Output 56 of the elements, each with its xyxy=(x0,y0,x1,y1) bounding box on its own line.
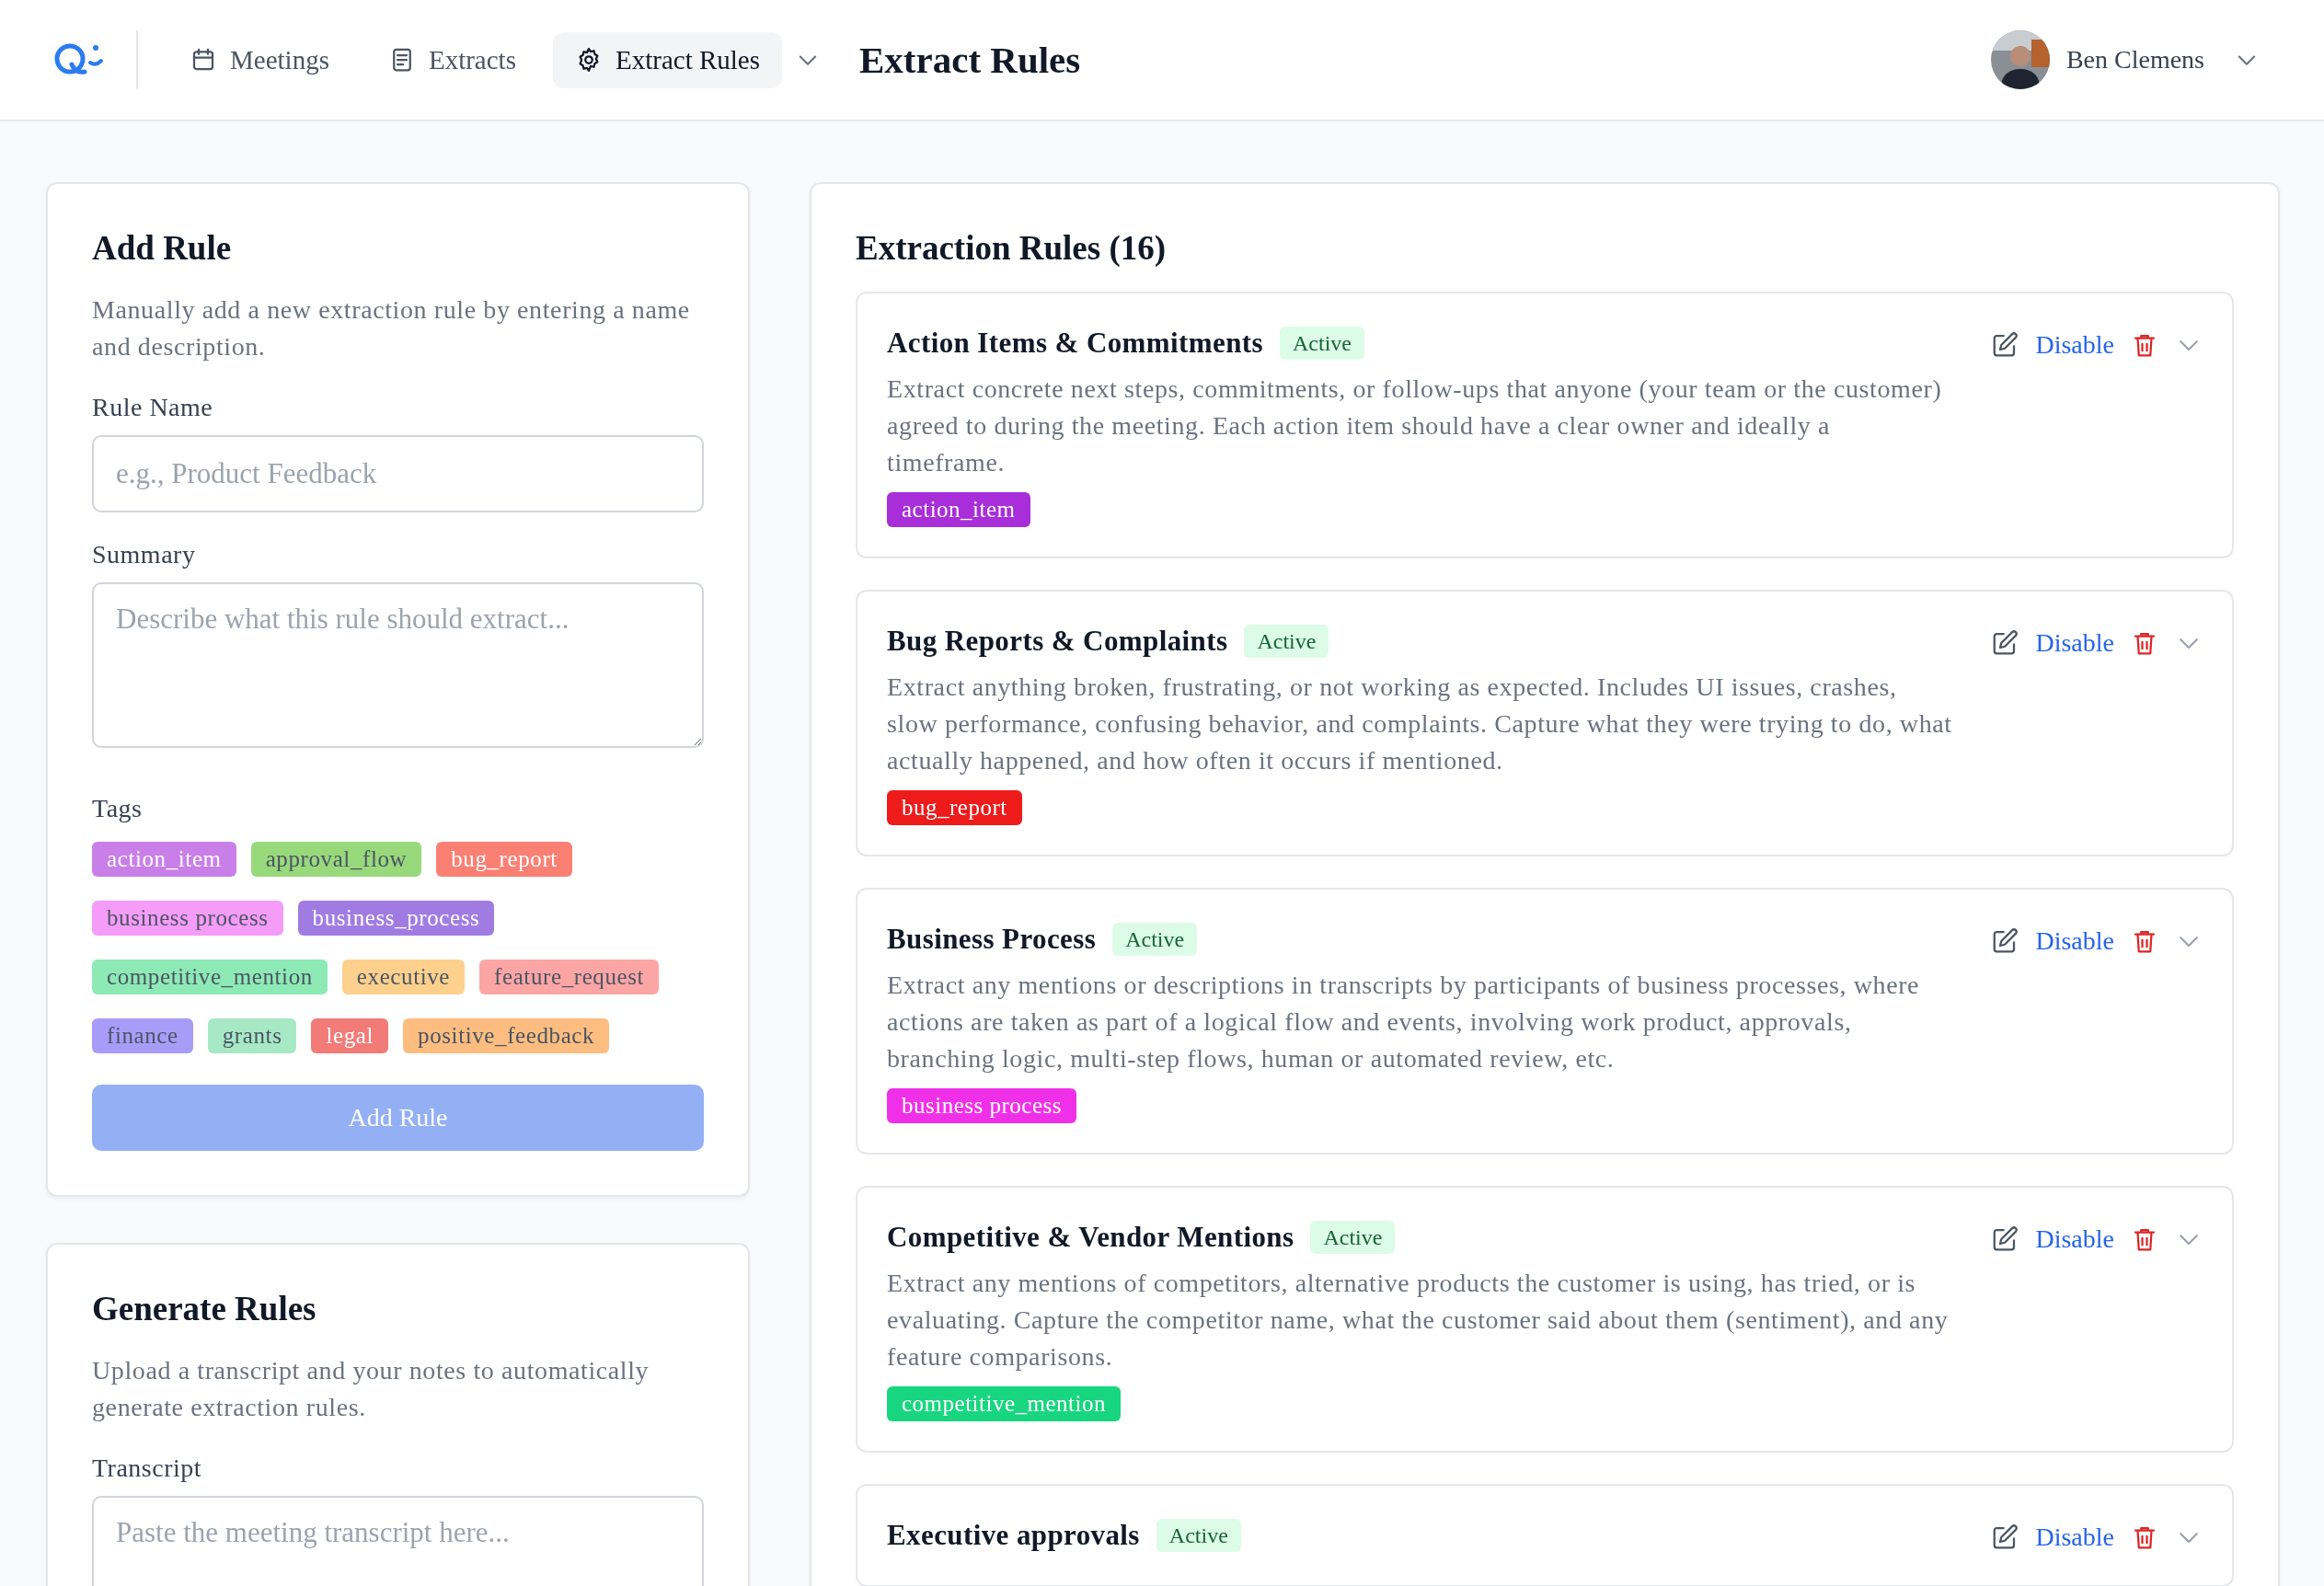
disable-link[interactable]: Disable xyxy=(2035,330,2114,360)
card-title: Generate Rules xyxy=(92,1289,317,1328)
field-label: Transcript xyxy=(92,1454,203,1483)
status-badge: Active xyxy=(1244,625,1329,658)
status-badge: Active xyxy=(1156,1519,1241,1552)
user-name[interactable]: Ben Clemens xyxy=(2065,45,2204,75)
rule-description: Extract anything broken, frustrating, or not working as expected. Includes UI issues, crashes, slow performance, confusing behavior, and complaints. Capture what they were trying to do, what actually happened, and how often it occurs if mentioned. xyxy=(887,672,1953,776)
rule-name: Executive approvals xyxy=(887,1519,1140,1552)
card-description: Upload a transcript and your notes to automatically generate extraction rules. xyxy=(92,1355,650,1423)
tag-chip: business process xyxy=(887,1088,1076,1123)
status-badge: Active xyxy=(1310,1221,1396,1254)
tag-chip[interactable]: business process xyxy=(92,901,283,936)
rule-name: Business Process xyxy=(887,923,1097,956)
tag-chip[interactable]: finance xyxy=(92,1018,193,1053)
nav-tab[interactable]: Extracts xyxy=(365,31,538,88)
card-title: Add Rule xyxy=(92,228,233,268)
tag-chip[interactable]: grants xyxy=(207,1018,297,1053)
disable-link[interactable]: Disable xyxy=(2035,1224,2114,1254)
rule-name: Bug Reports & Complaints xyxy=(887,625,1228,658)
tag-chip[interactable]: executive xyxy=(341,960,466,994)
text-area[interactable]: Paste the meeting transcript here... xyxy=(92,1496,704,1586)
tag-chip: competitive_mention xyxy=(887,1386,1121,1421)
field-label: Rule Name xyxy=(92,393,214,422)
field-label: Summary xyxy=(92,540,197,569)
rule-name: Action Items & Commitments xyxy=(887,327,1263,360)
rule-description: Extract concrete next steps, commitments, or follow-ups that anyone (your team or the customer) agreed to during the meeting. Each action item should have a clear owner and ideally a timeframe. xyxy=(887,374,1943,478)
tag-chip[interactable]: feature_request xyxy=(479,960,660,994)
field-label: Tags xyxy=(92,794,144,823)
tag-chip: bug_report xyxy=(887,790,1022,825)
nav-tab[interactable]: Meetings xyxy=(167,31,351,88)
tag-chip[interactable]: business_process xyxy=(297,901,495,936)
page-title: Extract Rules xyxy=(859,38,1081,82)
status-badge: Active xyxy=(1280,327,1364,360)
card-title: Extraction Rules (16) xyxy=(856,228,1168,268)
tag-chip[interactable]: competitive_mention xyxy=(92,960,328,994)
rule-name: Competitive & Vendor Mentions xyxy=(887,1221,1294,1254)
nav-tab[interactable]: Extract Rules xyxy=(552,31,782,88)
edit-icon[interactable] xyxy=(1991,927,2019,955)
tag-chip: action_item xyxy=(887,492,1030,527)
input-field[interactable]: e.g., Product Feedback xyxy=(92,435,704,512)
edit-icon[interactable] xyxy=(1991,1225,2019,1253)
tag-chip[interactable]: legal xyxy=(311,1018,389,1053)
status-badge: Active xyxy=(1112,923,1198,956)
disable-link[interactable]: Disable xyxy=(2035,628,2114,658)
tag-chip[interactable]: action_item xyxy=(92,842,236,877)
disable-link[interactable]: Disable xyxy=(2035,926,2114,956)
edit-icon[interactable] xyxy=(1991,629,2019,657)
tag-chip[interactable]: approval_flow xyxy=(250,842,422,877)
card-description: Manually add a new extraction rule by entering a name and description. xyxy=(92,294,691,362)
rule-description: Extract any mentions of competitors, alternative products the customer is using, has tried, or is evaluating. Capture the competitor name, what the customer said about them (sentiment), and any feature comparisons. xyxy=(887,1268,1950,1373)
disable-link[interactable]: Disable xyxy=(2035,1523,2114,1552)
text-area[interactable]: Describe what this rule should extract... xyxy=(92,582,704,748)
tag-chip[interactable]: positive_feedback xyxy=(403,1018,610,1053)
rule-description: Extract any mentions or descriptions in transcripts by participants of business processes, where actions are taken as part of a logical flow and events, involving work product, approvals, branching logic, multi-step flows, human or automated review, etc. xyxy=(887,970,1921,1075)
edit-icon[interactable] xyxy=(1991,331,2019,359)
edit-icon[interactable] xyxy=(1991,1523,2019,1551)
